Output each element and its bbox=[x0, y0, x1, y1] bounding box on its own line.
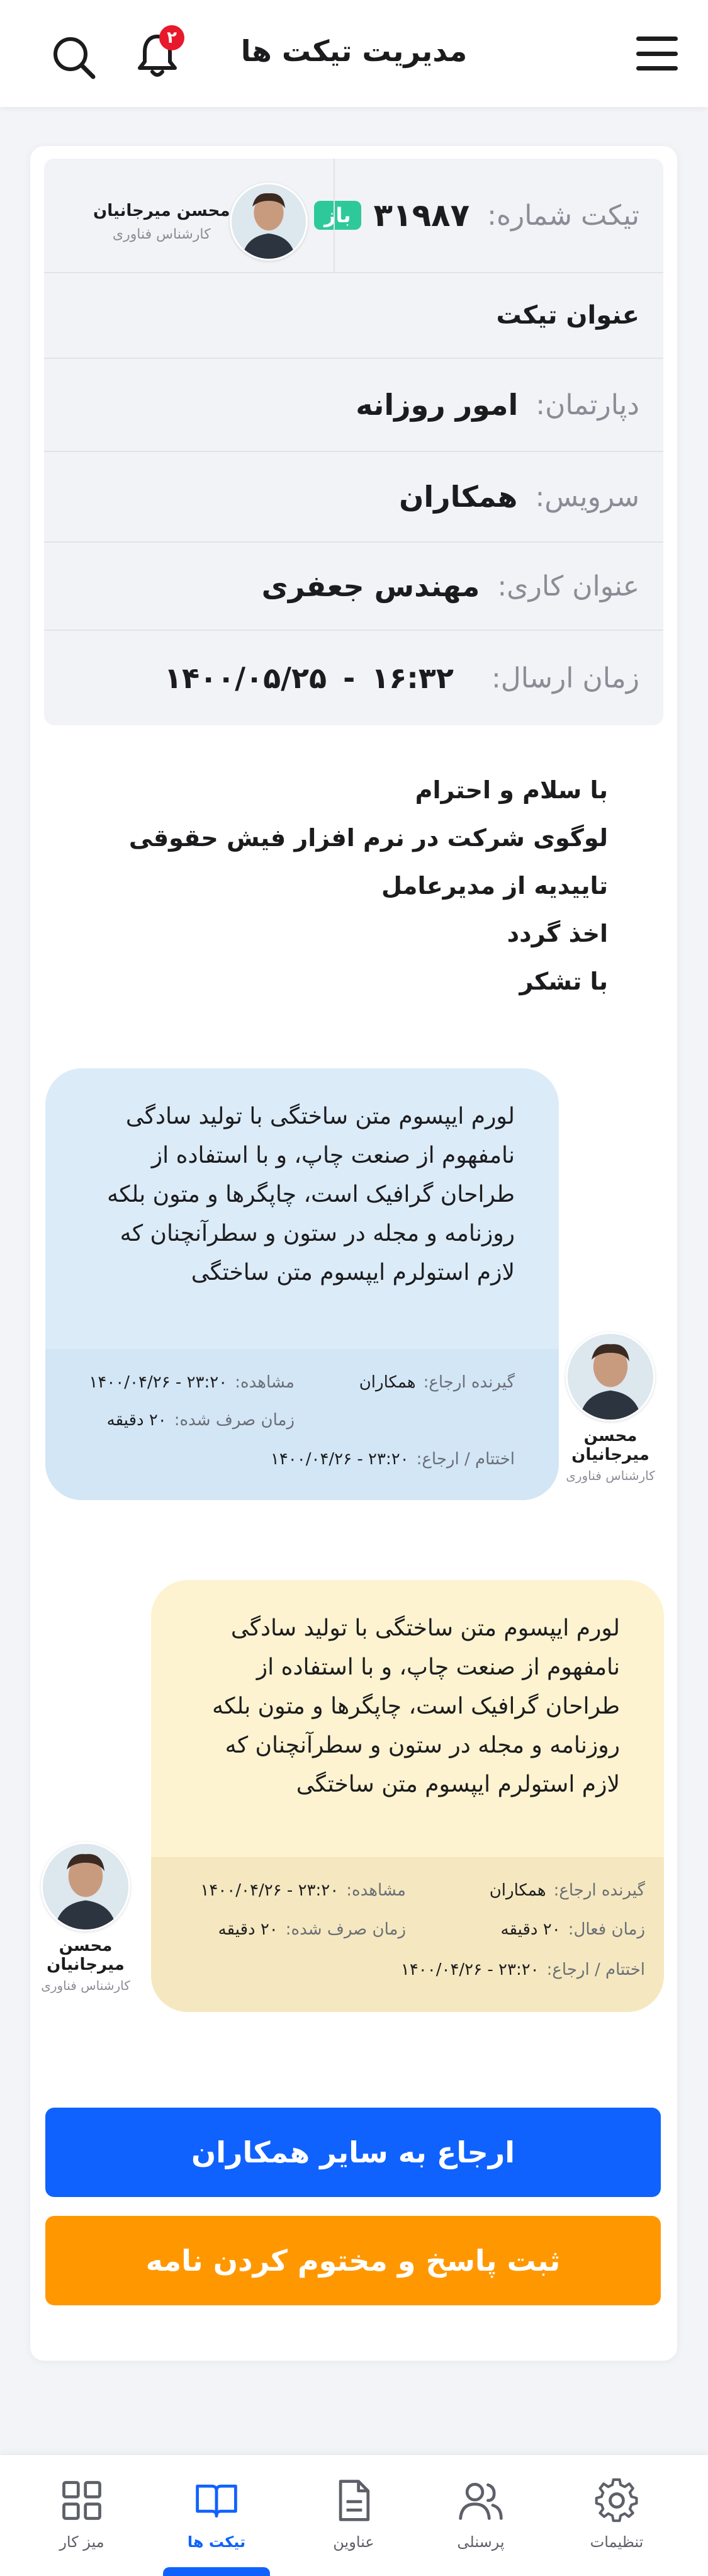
recipient-field: گیرنده ارجاع:همکاران bbox=[359, 1373, 515, 1392]
service-row: سرویس: همکاران bbox=[44, 452, 663, 543]
reply-text: لورم ایپسوم متن ساختگی با تولید سادگی نا… bbox=[212, 1615, 620, 1797]
service-label: سرویس: bbox=[535, 480, 639, 513]
department-label: دپارتمان: bbox=[536, 388, 639, 421]
nav-label: تیکت ها bbox=[187, 2533, 246, 2551]
end-field: اختتام / ارجاع:۲۳:۲۰ - ۱۴۰۰/۰۴/۲۶ bbox=[400, 1960, 645, 1979]
reply-text: لورم ایپسوم متن ساختگی با تولید سادگی نا… bbox=[107, 1104, 515, 1285]
spent-field: زمان صرف شده:۲۰ دقیقه bbox=[218, 1920, 406, 1939]
message-line: با تشکر bbox=[519, 968, 608, 995]
grid-icon bbox=[62, 2481, 101, 2520]
recipient-field: گیرنده ارجاع:همکاران bbox=[489, 1881, 645, 1900]
notification-count-badge: ۲ bbox=[159, 25, 184, 50]
service-value: همکاران bbox=[399, 480, 518, 514]
reply-bubble: لورم ایپسوم متن ساختگی با تولید سادگی نا… bbox=[45, 1068, 559, 1500]
refer-to-colleagues-button[interactable]: ارجاع به سایر همکاران bbox=[45, 2108, 661, 2197]
sent-time-row: زمان ارسال: ۱۶:۳۲ - ۱۴۰۰/۰۵/۲۵ bbox=[44, 631, 663, 725]
assignee: محسن میرجانیان کارشناس فناوری bbox=[82, 183, 308, 261]
ticket-number-label: تیکت شماره: bbox=[487, 199, 639, 232]
nav-label: میز کار bbox=[59, 2533, 104, 2551]
app-header: مدیریت تیکت ها ۲ bbox=[0, 0, 708, 107]
ticket-subject: عنوان تیکت bbox=[496, 301, 639, 330]
search-icon[interactable] bbox=[49, 33, 99, 83]
ticket-number: ۳۱۹۸۷ bbox=[373, 197, 470, 234]
nav-settings[interactable]: تنظیمات bbox=[563, 2477, 670, 2551]
book-icon bbox=[196, 2484, 237, 2518]
job-title-label: عنوان کاری: bbox=[497, 570, 639, 602]
status-badge: باز bbox=[314, 201, 361, 230]
message-line: با سلام و احترام bbox=[415, 776, 608, 804]
nav-tickets[interactable]: تیکت ها bbox=[163, 2477, 270, 2551]
gear-icon bbox=[595, 2478, 638, 2522]
avatar bbox=[566, 1332, 655, 1421]
seen-field: مشاهده:۲۳:۲۰ - ۱۴۰۰/۰۴/۲۶ bbox=[89, 1373, 295, 1392]
bottom-navigation: میز کار تیکت ها عناوین پرسنلی تنظیمات bbox=[0, 2455, 708, 2576]
nav-label: پرسنلی bbox=[457, 2533, 505, 2551]
sender-name: محسن میرجانیان bbox=[47, 1936, 125, 1974]
job-title-row: عنوان کاری: مهندس جعفری bbox=[44, 543, 663, 631]
active-field: زمان فعال:۲۰ دقیقه bbox=[500, 1920, 645, 1939]
nav-titles[interactable]: عناوین bbox=[300, 2477, 407, 2551]
sender-role: کارشناس فناوری bbox=[41, 1978, 130, 1993]
users-icon bbox=[459, 2482, 503, 2520]
sent-time: ۱۶:۳۲ bbox=[371, 661, 454, 695]
ticket-number-row: تیکت شماره: ۳۱۹۸۷ باز محسن میرجانیان کار… bbox=[44, 159, 663, 273]
page-title: مدیریت تیکت ها bbox=[240, 34, 468, 68]
ticket-message: با سلام و احترام لوگوی شرکت در نرم افزار… bbox=[67, 766, 608, 1005]
assignee-role: کارشناس فناوری bbox=[112, 226, 211, 242]
document-icon bbox=[339, 2480, 370, 2521]
assignee-name: محسن میرجانیان bbox=[93, 201, 230, 220]
reply-footer: گیرنده ارجاع:همکاران مشاهده:۲۳:۲۰ - ۱۴۰۰… bbox=[45, 1349, 559, 1500]
reply-sender: محسن میرجانیان کارشناس فناوری bbox=[23, 1842, 149, 1993]
seen-field: مشاهده:۲۳:۲۰ - ۱۴۰۰/۰۴/۲۶ bbox=[200, 1881, 406, 1900]
sent-time-label: زمان ارسال: bbox=[491, 662, 639, 694]
sender-role: کارشناس فناوری bbox=[566, 1468, 655, 1483]
spent-field: زمان صرف شده:۲۰ دقیقه bbox=[106, 1411, 295, 1430]
nav-label: عناوین bbox=[333, 2533, 374, 2551]
nav-staff[interactable]: پرسنلی bbox=[427, 2477, 534, 2551]
sent-separator: - bbox=[343, 661, 356, 695]
sender-name: محسن میرجانیان bbox=[571, 1426, 649, 1464]
end-field: اختتام / ارجاع:۲۳:۲۰ - ۱۴۰۰/۰۴/۲۶ bbox=[270, 1450, 515, 1469]
nav-label: تنظیمات bbox=[590, 2533, 644, 2551]
message-line: لوگوی شرکت در نرم افزار فیش حقوقی تاییدی… bbox=[128, 824, 608, 900]
reply-bubble: لورم ایپسوم متن ساختگی با تولید سادگی نا… bbox=[151, 1580, 664, 2012]
nav-desk[interactable]: میز کار bbox=[28, 2477, 135, 2551]
avatar bbox=[41, 1842, 130, 1931]
department-value: امور روزانه bbox=[356, 388, 519, 422]
vertical-divider bbox=[334, 159, 335, 273]
department-row: دپارتمان: امور روزانه bbox=[44, 359, 663, 452]
message-line: اخذ گردد bbox=[507, 920, 608, 947]
job-title-value: مهندس جعفری bbox=[261, 569, 480, 603]
ticket-info-panel: تیکت شماره: ۳۱۹۸۷ باز محسن میرجانیان کار… bbox=[44, 159, 663, 725]
sent-date: ۱۴۰۰/۰۵/۲۵ bbox=[164, 661, 327, 695]
avatar bbox=[230, 183, 308, 261]
active-tab-indicator bbox=[163, 2567, 270, 2576]
reply-footer: گیرنده ارجاع:همکاران مشاهده:۲۳:۲۰ - ۱۴۰۰… bbox=[151, 1857, 664, 2012]
submit-and-close-button[interactable]: ثبت پاسخ و مختوم کردن نامه bbox=[45, 2216, 661, 2305]
reply-sender: محسن میرجانیان کارشناس فناوری bbox=[548, 1332, 673, 1483]
subject-row: عنوان تیکت bbox=[44, 273, 663, 359]
